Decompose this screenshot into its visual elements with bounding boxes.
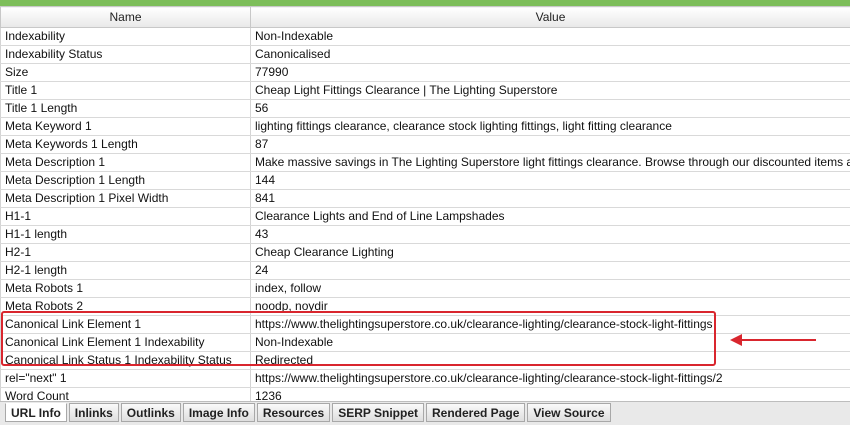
url-details-panel: Name Value Indexability Non-Indexable Inde… [0,0,850,425]
row-name-cell[interactable]: Size [0,63,251,82]
table-row[interactable]: rel="next" 1 https://www.thelightingsuper… [0,369,850,388]
row-name-cell[interactable]: Indexability [0,27,251,46]
canonical-highlight-box [1,311,716,366]
row-value-cell[interactable]: 87 [250,135,850,154]
table-row[interactable]: Meta Description 1 Pixel Width 841 [0,189,850,208]
table-row[interactable]: H2-1 length 24 [0,261,850,280]
row-name-cell[interactable]: Title 1 Length [0,99,251,118]
table-row[interactable]: Meta Description 1 Make massive savings i… [0,153,850,172]
arrow-head [730,334,742,346]
row-name-cell[interactable]: H2-1 [0,243,251,262]
table-row[interactable]: Title 1 Length 56 [0,99,850,118]
row-value-cell[interactable]: Non-Indexable [250,27,850,46]
row-name-cell[interactable]: Meta Description 1 [0,153,251,172]
row-value-cell[interactable]: lighting fittings clearance, clearance s… [250,117,850,136]
bottom-tab-bar: URL Info Inlinks Outlinks Image Info Resourc… [0,401,850,425]
tab-image-info[interactable]: Image Info [182,403,255,422]
tab-view-source[interactable]: View Source [527,403,611,422]
table-row[interactable]: Indexability Non-Indexable [0,27,850,46]
table-row[interactable]: Meta Description 1 Length 144 [0,171,850,190]
table-row[interactable]: Meta Keywords 1 Length 87 [0,135,850,154]
row-value-cell[interactable]: 24 [250,261,850,280]
table-row[interactable]: H2-1 Cheap Clearance Lighting [0,243,850,262]
table-row[interactable]: Size 77990 [0,63,850,82]
row-value-cell[interactable]: 77990 [250,63,850,82]
row-value-cell[interactable]: 841 [250,189,850,208]
row-name-cell[interactable]: H1-1 [0,207,251,226]
tab-resources[interactable]: Resources [256,403,331,422]
table-row[interactable]: H1-1 length 43 [0,225,850,244]
table-header-row: Name Value [0,6,850,28]
table-row[interactable]: Meta Robots 1 index, follow [0,279,850,298]
row-value-cell[interactable]: index, follow [250,279,850,298]
table-row[interactable]: Title 1 Cheap Light Fittings Clearance | … [0,81,850,100]
table-row[interactable]: Meta Keyword 1 lighting fittings clearanc… [0,117,850,136]
tab-rendered-page[interactable]: Rendered Page [426,403,526,422]
row-value-cell[interactable]: Clearance Lights and End of Line Lampsha… [250,207,850,226]
row-value-cell[interactable]: https://www.thelightingsuperstore.co.uk/… [250,369,850,388]
row-name-cell[interactable]: Meta Keywords 1 Length [0,135,251,154]
tab-url-info[interactable]: URL Info [5,403,67,422]
row-name-cell[interactable]: Meta Keyword 1 [0,117,251,136]
row-name-cell[interactable]: Meta Robots 1 [0,279,251,298]
row-name-cell[interactable]: Meta Description 1 Pixel Width [0,189,251,208]
row-value-cell[interactable]: Make massive savings in The Lighting Sup… [250,153,850,172]
row-value-cell[interactable]: Cheap Clearance Lighting [250,243,850,262]
arrow-left-icon [730,334,816,346]
row-value-cell[interactable]: 43 [250,225,850,244]
value-column-header[interactable]: Value [250,6,850,28]
row-name-cell[interactable]: Meta Description 1 Length [0,171,251,190]
table-row[interactable]: H1-1 Clearance Lights and End of Line Lam… [0,207,850,226]
row-value-cell[interactable]: 144 [250,171,850,190]
row-name-cell[interactable]: rel="next" 1 [0,369,251,388]
row-name-cell[interactable]: H2-1 length [0,261,251,280]
row-value-cell[interactable]: Canonicalised [250,45,850,64]
row-name-cell[interactable]: Title 1 [0,81,251,100]
name-column-header[interactable]: Name [0,6,251,28]
row-name-cell[interactable]: Indexability Status [0,45,251,64]
table-row[interactable]: Indexability Status Canonicalised [0,45,850,64]
tab-outlinks[interactable]: Outlinks [120,403,181,422]
tab-serp-snippet[interactable]: SERP Snippet [332,403,424,422]
row-value-cell[interactable]: Cheap Light Fittings Clearance | The Lig… [250,81,850,100]
row-value-cell[interactable]: 56 [250,99,850,118]
row-name-cell[interactable]: H1-1 length [0,225,251,244]
tab-inlinks[interactable]: Inlinks [68,403,119,422]
